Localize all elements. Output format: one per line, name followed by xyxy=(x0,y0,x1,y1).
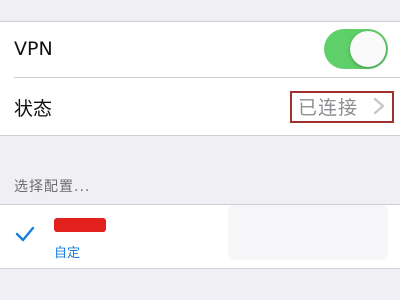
bottom-area xyxy=(0,269,400,300)
config-name-redacted xyxy=(54,218,106,232)
status-label: 状态 xyxy=(14,98,53,120)
vpn-label: VPN xyxy=(14,38,53,60)
vpn-toggle[interactable] xyxy=(324,29,388,69)
checkmark-icon xyxy=(15,226,35,242)
top-spacer xyxy=(0,0,400,22)
divider xyxy=(0,135,400,136)
vpn-row: VPN xyxy=(0,22,400,78)
section-header: 选择配置... xyxy=(14,179,91,195)
blurred-region xyxy=(228,205,388,260)
config-type-label: 自定 xyxy=(54,246,81,261)
status-highlight-box xyxy=(290,91,394,123)
toggle-knob xyxy=(350,31,386,67)
